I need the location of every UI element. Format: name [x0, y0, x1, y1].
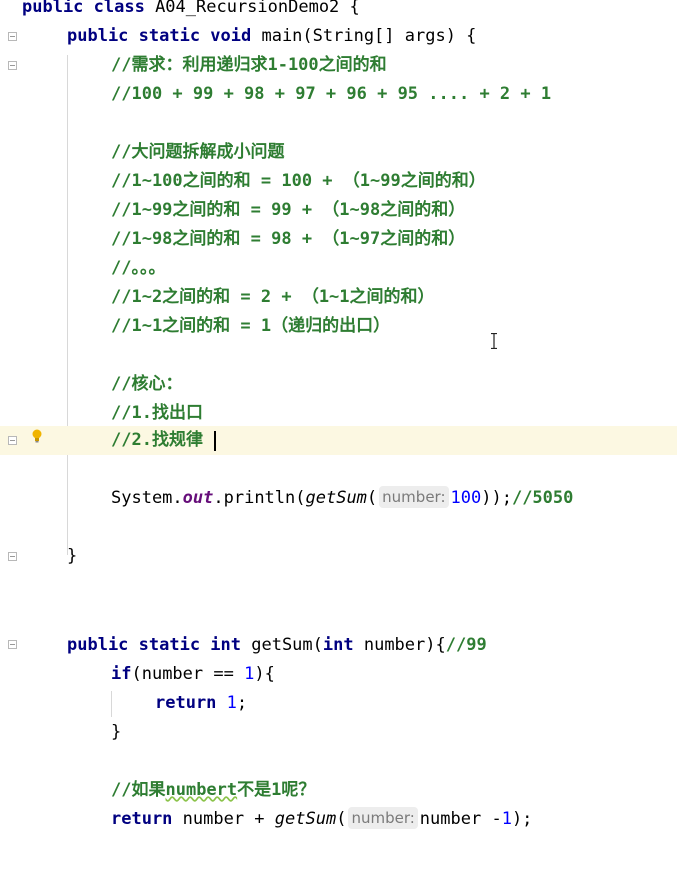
text-cursor-icon: [491, 333, 497, 349]
code-editor[interactable]: public class A04_RecursionDemo2 { public…: [0, 0, 677, 847]
code-line-14: //核心：: [0, 370, 677, 399]
parameter-hint: number:: [379, 486, 449, 508]
typo-underline: numbert: [165, 780, 238, 800]
comment: //1~1之间的和 = 1（递归的出口）: [111, 316, 391, 336]
code-line-28: //如果numbert不是1呢？: [111, 780, 316, 800]
code-line-15: //1.找出口: [0, 399, 677, 428]
comment: //。。。: [111, 258, 166, 278]
comment: //1~99之间的和 = 99 + （1~98之间的和）: [111, 200, 466, 220]
code-line-6: //大问题拆解成小问题: [0, 138, 677, 167]
fold-marker-icon[interactable]: [8, 61, 17, 70]
comment: //大问题拆解成小问题: [111, 142, 285, 162]
class-name: A04_RecursionDemo2: [155, 0, 340, 17]
comment: //需求：利用递归求1-100之间的和: [111, 55, 387, 75]
code-line-2: public static void main(String[] args) {: [67, 26, 477, 46]
keyword: public class: [22, 0, 156, 17]
code-line-11: //1~2之间的和 = 2 + （1~1之间的和）: [0, 283, 677, 312]
lightbulb-icon[interactable]: [31, 429, 43, 443]
comment: //2.找规律: [111, 430, 203, 450]
comment: //核心：: [111, 374, 183, 394]
code-line-3: //需求：利用递归求1-100之间的和: [0, 51, 677, 80]
code-line-1: public class A04_RecursionDemo2 {: [0, 0, 677, 22]
fold-marker-icon[interactable]: [8, 640, 17, 649]
code-line-9: //1~98之间的和 = 98 + （1~97之间的和）: [0, 225, 677, 254]
code-line-16-current: //2.找规律: [0, 426, 677, 455]
code-line-20: }: [67, 546, 78, 566]
code-line-29: return number + getSum(number: number -1)…: [111, 807, 533, 829]
code-line-8: //1~99之间的和 = 99 + （1~98之间的和）: [0, 196, 677, 225]
parameter-hint: number:: [348, 807, 418, 829]
code-line-18: System.out.println(getSum(number: 100));/…: [111, 486, 574, 508]
comment: //1~98之间的和 = 98 + （1~97之间的和）: [111, 229, 466, 249]
fold-marker-icon[interactable]: [8, 436, 17, 445]
text-caret: [214, 431, 216, 451]
comment: //1~2之间的和 = 2 + （1~1之间的和）: [111, 287, 435, 307]
code-line-26: }: [111, 722, 122, 742]
comment: //100 + 99 + 98 + 97 + 96 + 95 .... + 2 …: [111, 84, 552, 104]
code-line-12: //1~1之间的和 = 1（递归的出口）: [0, 312, 677, 341]
code-line-25: return 1;: [155, 693, 248, 713]
fold-marker-icon[interactable]: [8, 32, 17, 41]
code-line-7: //1~100之间的和 = 100 + （1~99之间的和）: [0, 167, 677, 196]
code-line-10: //。。。: [0, 254, 677, 283]
fold-marker-icon[interactable]: [8, 552, 17, 561]
code-line-4: //100 + 99 + 98 + 97 + 96 + 95 .... + 2 …: [0, 80, 677, 109]
comment: //1~100之间的和 = 100 + （1~99之间的和）: [111, 171, 486, 191]
code-line-23: public static int getSum(int number){//9…: [67, 635, 487, 655]
comment: //1.找出口: [111, 403, 203, 423]
code-line-24: if(number == 1){: [111, 664, 275, 684]
